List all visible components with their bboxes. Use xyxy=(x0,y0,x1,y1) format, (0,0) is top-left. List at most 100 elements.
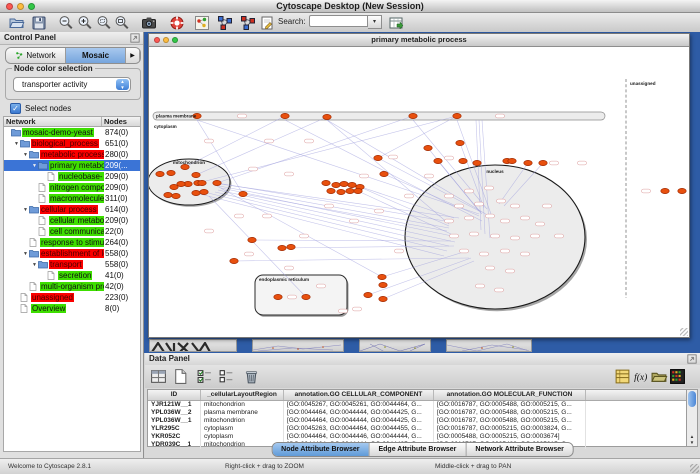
expand-toggle-icon[interactable]: ▼ xyxy=(22,207,29,213)
import-table-button[interactable] xyxy=(387,14,405,31)
graph-node[interactable] xyxy=(198,180,206,185)
network-red-button[interactable] xyxy=(239,14,257,31)
tree-row[interactable]: cellular metabo209(0) xyxy=(4,215,140,226)
graph-node[interactable] xyxy=(380,171,388,176)
column-header[interactable]: _cellularLayoutRegion xyxy=(201,390,284,400)
graph-node[interactable] xyxy=(354,188,362,193)
tab-mosaic[interactable]: Mosaic xyxy=(66,48,126,63)
delete-attribute-button[interactable] xyxy=(242,367,261,386)
tab-network-attribute-browser[interactable]: Network Attribute Browser xyxy=(466,443,572,456)
load-attributes-button[interactable] xyxy=(650,367,669,386)
tree-column-nodes[interactable]: Nodes xyxy=(101,117,140,126)
help-lifering-button[interactable] xyxy=(168,14,186,31)
graph-node[interactable] xyxy=(348,182,356,187)
tree-row[interactable]: macromolecule311(0) xyxy=(4,193,140,204)
tree-row[interactable]: ▼biological_process651(0) xyxy=(4,138,140,149)
search-input[interactable] xyxy=(309,15,368,27)
graph-node[interactable] xyxy=(379,282,387,287)
open-folder-button[interactable] xyxy=(8,14,26,31)
graph-node[interactable] xyxy=(192,172,200,177)
graph-node[interactable] xyxy=(302,294,310,299)
graph-node[interactable] xyxy=(322,180,330,185)
snapshot-camera-button[interactable] xyxy=(140,14,158,31)
graph-node[interactable] xyxy=(170,184,178,189)
new-attribute-button[interactable] xyxy=(171,367,190,386)
network-blue-button[interactable] xyxy=(216,14,234,31)
graph-node[interactable] xyxy=(181,164,189,169)
function-builder-button[interactable]: f(x) xyxy=(632,367,651,386)
graph-edge[interactable] xyxy=(197,120,479,214)
search-dropdown-button[interactable]: ▾ xyxy=(368,15,382,29)
graph-node[interactable] xyxy=(156,171,164,176)
graph-node[interactable] xyxy=(230,258,238,263)
expand-toggle-icon[interactable]: ▼ xyxy=(22,152,29,158)
network-graph-canvas[interactable]: plasma membranecytoplasmmitochondrionnuc… xyxy=(149,46,689,337)
graph-node[interactable] xyxy=(274,294,282,299)
graph-node[interactable] xyxy=(434,158,442,163)
table-row[interactable]: YLR295Ccytoplasm[GO:0045263, GO:0044464,… xyxy=(148,425,686,433)
graph-node[interactable] xyxy=(287,244,295,249)
tree-row[interactable]: response to stimulu264(0) xyxy=(4,237,140,248)
scrollbar-arrows[interactable]: ▲▼ xyxy=(687,434,697,446)
tree-row[interactable]: nitrogen compo209(0) xyxy=(4,182,140,193)
graph-node[interactable] xyxy=(278,245,286,250)
table-scrollbar[interactable]: ▲▼ xyxy=(686,389,698,447)
zoom-out-button[interactable] xyxy=(57,14,75,31)
graph-edge[interactable] xyxy=(217,186,382,277)
tree-row[interactable]: cell communicat22(0) xyxy=(4,226,140,237)
graph-node[interactable] xyxy=(200,189,208,194)
zoom-selected-button[interactable] xyxy=(95,14,113,31)
zoom-fit-button[interactable] xyxy=(113,14,131,31)
tree-row[interactable]: multi-organism pro42(0) xyxy=(4,281,140,292)
tree-row[interactable]: ▼metabolic process280(0) xyxy=(4,149,140,160)
graph-node[interactable] xyxy=(281,113,289,118)
tree-row[interactable]: ▼establishment of lo558(0) xyxy=(4,248,140,259)
tree-row[interactable]: unassigned223(0) xyxy=(4,292,140,303)
graph-node[interactable] xyxy=(327,188,335,193)
save-button[interactable] xyxy=(30,14,48,31)
graph-node[interactable] xyxy=(539,160,547,165)
tree-row[interactable]: ▼cellular process614(0) xyxy=(4,204,140,215)
column-header[interactable]: annotation.GO MOLECULAR_FUNCTION xyxy=(434,390,586,400)
unselect-all-button[interactable] xyxy=(217,367,236,386)
more-tabs-arrow-icon[interactable]: ▶ xyxy=(126,48,140,63)
expand-toggle-icon[interactable]: ▼ xyxy=(22,251,29,257)
graph-node[interactable] xyxy=(323,114,331,119)
expand-toggle-icon[interactable]: ▼ xyxy=(31,262,38,268)
table-row[interactable]: YPL036W__2plasma membrane[GO:0044464, GO… xyxy=(148,409,686,417)
select-nodes-checkbox[interactable]: ✓ xyxy=(10,103,21,114)
graph-node[interactable] xyxy=(172,193,180,198)
attribute-select-button[interactable] xyxy=(149,367,168,386)
graph-node[interactable] xyxy=(459,158,467,163)
graph-node[interactable] xyxy=(346,188,354,193)
graph-node[interactable] xyxy=(409,113,417,118)
graph-node[interactable] xyxy=(374,155,382,160)
expand-toggle-icon[interactable]: ▼ xyxy=(31,163,38,169)
graph-node[interactable] xyxy=(379,296,387,301)
graph-node[interactable] xyxy=(364,292,372,297)
graph-node[interactable] xyxy=(524,160,532,165)
graph-node[interactable] xyxy=(453,113,461,118)
graph-node[interactable] xyxy=(164,192,172,197)
float-panel-icon[interactable] xyxy=(687,354,697,364)
float-panel-icon[interactable] xyxy=(130,33,140,43)
graph-node[interactable] xyxy=(248,237,256,242)
graph-node[interactable] xyxy=(332,182,340,187)
tree-row[interactable]: Overview8(0) xyxy=(4,303,140,314)
column-header[interactable]: annotation.GO CELLULAR_COMPONENT xyxy=(284,390,434,400)
column-header[interactable]: ID xyxy=(148,390,201,400)
vizmapper-button[interactable] xyxy=(193,14,211,31)
window-resize-grip[interactable] xyxy=(680,328,688,336)
graph-edge[interactable] xyxy=(378,116,457,158)
table-row[interactable]: YKR052Ccytoplasm[GO:0044464, GO:0044446,… xyxy=(148,433,686,441)
select-all-button[interactable] xyxy=(195,367,214,386)
graph-node[interactable] xyxy=(213,180,221,185)
tree-row[interactable]: nucleobase-209(0) xyxy=(4,171,140,182)
graph-node[interactable] xyxy=(340,181,348,186)
scrollbar-thumb[interactable] xyxy=(688,391,696,407)
node-color-combobox[interactable]: transporter activity ▲▼ xyxy=(13,77,131,92)
annotation-button[interactable] xyxy=(258,14,276,31)
graph-node[interactable] xyxy=(473,160,481,165)
graph-edge[interactable] xyxy=(327,120,489,216)
app-resize-grip[interactable] xyxy=(690,464,699,473)
